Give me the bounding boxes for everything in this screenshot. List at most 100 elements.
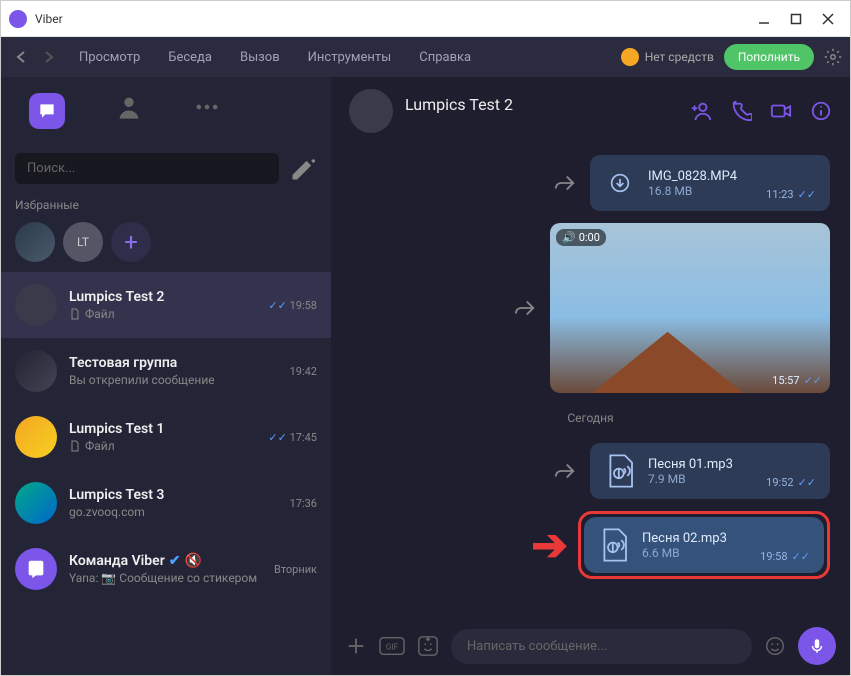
- app-title: Viber: [35, 12, 63, 26]
- menu-call[interactable]: Вызов: [226, 50, 294, 65]
- composer: GIF: [331, 617, 850, 675]
- message-row: 🔊 0:00 15:57 ✓✓: [351, 223, 830, 393]
- chat-name: Lumpics Test 3: [69, 487, 278, 503]
- menu-view[interactable]: Просмотр: [65, 50, 154, 65]
- avatar: [15, 416, 57, 458]
- chat-info-icon[interactable]: [810, 100, 832, 122]
- sticker-icon[interactable]: [417, 635, 439, 657]
- message-list[interactable]: IMG_0828.MP4 16.8 MB 11:23 ✓✓ 🔊 0:00 15:…: [331, 145, 850, 617]
- read-status-icon: ✓✓: [798, 188, 816, 201]
- chat-time: 17:45: [290, 431, 317, 444]
- chat-item-viber-team[interactable]: Команда Viber ✔ 🔇 Yana: 📷 Сообщение со с…: [1, 536, 331, 602]
- chat-time: Вторник: [274, 563, 317, 576]
- msg-time: 15:57: [772, 374, 799, 387]
- settings-icon[interactable]: [824, 48, 842, 66]
- arrow-icon: ➔: [531, 519, 568, 571]
- chat-preview: Файл: [85, 307, 115, 321]
- chat-preview: Файл: [85, 439, 115, 453]
- chat-header-name: Lumpics Test 2: [405, 95, 678, 114]
- favorites-label: Избранные: [1, 192, 331, 218]
- file-message[interactable]: Песня 01.mp3 7.9 MB 19:52 ✓✓: [590, 443, 830, 499]
- avatar: [15, 350, 57, 392]
- menubar: Просмотр Беседа Вызов Инструменты Справк…: [1, 37, 850, 77]
- highlight-annotation: Песня 02.mp3 6.6 MB 19:58 ✓✓: [578, 511, 830, 579]
- chat-list: Lumpics Test 2 Файл ✓✓ 19:58 Тестовая гр…: [1, 272, 331, 602]
- msg-time: 11:23: [766, 188, 793, 201]
- file-message[interactable]: IMG_0828.MP4 16.8 MB 11:23 ✓✓: [590, 155, 830, 211]
- read-status-icon: ✓✓: [798, 476, 816, 489]
- add-favorite-button[interactable]: +: [111, 222, 151, 262]
- chat-header-avatar[interactable]: [349, 89, 393, 133]
- sidebar: Избранные LT + Lumpics Test 2 Файл ✓✓ 19…: [1, 77, 331, 675]
- forward-icon[interactable]: [554, 460, 576, 482]
- file-name: Песня 01.mp3: [648, 457, 754, 472]
- more-tab-icon[interactable]: [193, 93, 221, 121]
- download-icon[interactable]: [604, 165, 636, 201]
- file-size: 16.8 MB: [648, 184, 754, 198]
- chats-tab-icon[interactable]: [29, 93, 65, 129]
- chat-time: 19:58: [290, 299, 317, 312]
- avatar: [15, 548, 57, 590]
- chat-preview: Вы открепили сообщение: [69, 373, 278, 387]
- file-icon: [69, 308, 81, 320]
- chat-header-phone: [405, 114, 678, 128]
- voice-call-icon[interactable]: [730, 100, 752, 122]
- forward-icon[interactable]: [514, 297, 536, 319]
- close-icon[interactable]: [822, 13, 834, 25]
- chat-name: Команда Viber: [69, 553, 165, 569]
- app-icon: [9, 10, 27, 28]
- favorites-row: LT +: [1, 218, 331, 272]
- attach-icon[interactable]: [345, 635, 367, 657]
- favorite-avatar-lt[interactable]: LT: [63, 222, 103, 262]
- minimize-icon[interactable]: [758, 13, 770, 25]
- chat-name: Lumpics Test 1: [69, 421, 256, 437]
- titlebar: Viber: [1, 1, 850, 37]
- read-status-icon: ✓✓: [792, 550, 810, 563]
- chat-panel: Lumpics Test 2 IMG_0828.MP4: [331, 77, 850, 675]
- avatar: [15, 482, 57, 524]
- maximize-icon[interactable]: [790, 13, 802, 25]
- menu-help[interactable]: Справка: [405, 50, 485, 65]
- video-thumbnail: [584, 332, 752, 393]
- chat-name: Lumpics Test 2: [69, 289, 256, 305]
- avatar: [15, 284, 57, 326]
- emoji-icon[interactable]: [764, 635, 786, 657]
- balance-indicator[interactable]: Нет средств: [621, 48, 714, 66]
- video-call-icon[interactable]: [770, 100, 792, 122]
- search-input[interactable]: [15, 153, 279, 184]
- chat-header: Lumpics Test 2: [331, 77, 850, 145]
- menu-tools[interactable]: Инструменты: [294, 50, 406, 65]
- chat-item-lumpics-test-2[interactable]: Lumpics Test 2 Файл ✓✓ 19:58: [1, 272, 331, 338]
- forward-icon[interactable]: [554, 172, 576, 194]
- file-name: IMG_0828.MP4: [648, 169, 754, 184]
- video-duration: 🔊 0:00: [556, 229, 606, 246]
- contacts-tab-icon[interactable]: [115, 93, 143, 121]
- file-icon: [69, 440, 81, 452]
- date-separator: Сегодня: [351, 411, 830, 425]
- topup-button[interactable]: Пополнить: [724, 44, 814, 70]
- file-message-highlighted[interactable]: Песня 02.mp3 6.6 MB 19:58 ✓✓: [584, 517, 824, 573]
- compose-icon[interactable]: [289, 155, 317, 183]
- menu-chat[interactable]: Беседа: [154, 50, 226, 65]
- chat-item-lumpics-test-1[interactable]: Lumpics Test 1 Файл ✓✓ 17:45: [1, 404, 331, 470]
- app-window: Viber Просмотр Беседа Вызов Инструменты …: [0, 0, 851, 676]
- message-input[interactable]: [451, 629, 752, 664]
- nav-back-button[interactable]: [9, 45, 33, 69]
- audio-file-icon: [598, 527, 630, 563]
- video-message[interactable]: 🔊 0:00 15:57 ✓✓: [550, 223, 830, 393]
- favorite-avatar[interactable]: [15, 222, 55, 262]
- gif-icon[interactable]: GIF: [379, 636, 405, 656]
- chat-name: Тестовая группа: [69, 355, 278, 371]
- nav-forward-button[interactable]: [37, 45, 61, 69]
- verified-icon: ✔: [169, 553, 181, 569]
- voice-message-button[interactable]: [798, 627, 836, 665]
- chat-time: 19:42: [290, 365, 317, 378]
- add-contact-icon[interactable]: [690, 100, 712, 122]
- balance-label: Нет средств: [645, 50, 714, 64]
- read-status-icon: ✓✓: [804, 374, 822, 387]
- message-row: IMG_0828.MP4 16.8 MB 11:23 ✓✓: [351, 155, 830, 211]
- chat-item-test-group[interactable]: Тестовая группа Вы открепили сообщение 1…: [1, 338, 331, 404]
- chat-preview: Yana: 📷 Сообщение со стикером: [69, 571, 262, 585]
- file-size: 7.9 MB: [648, 472, 754, 486]
- chat-item-lumpics-test-3[interactable]: Lumpics Test 3 go.zvooq.com 17:36: [1, 470, 331, 536]
